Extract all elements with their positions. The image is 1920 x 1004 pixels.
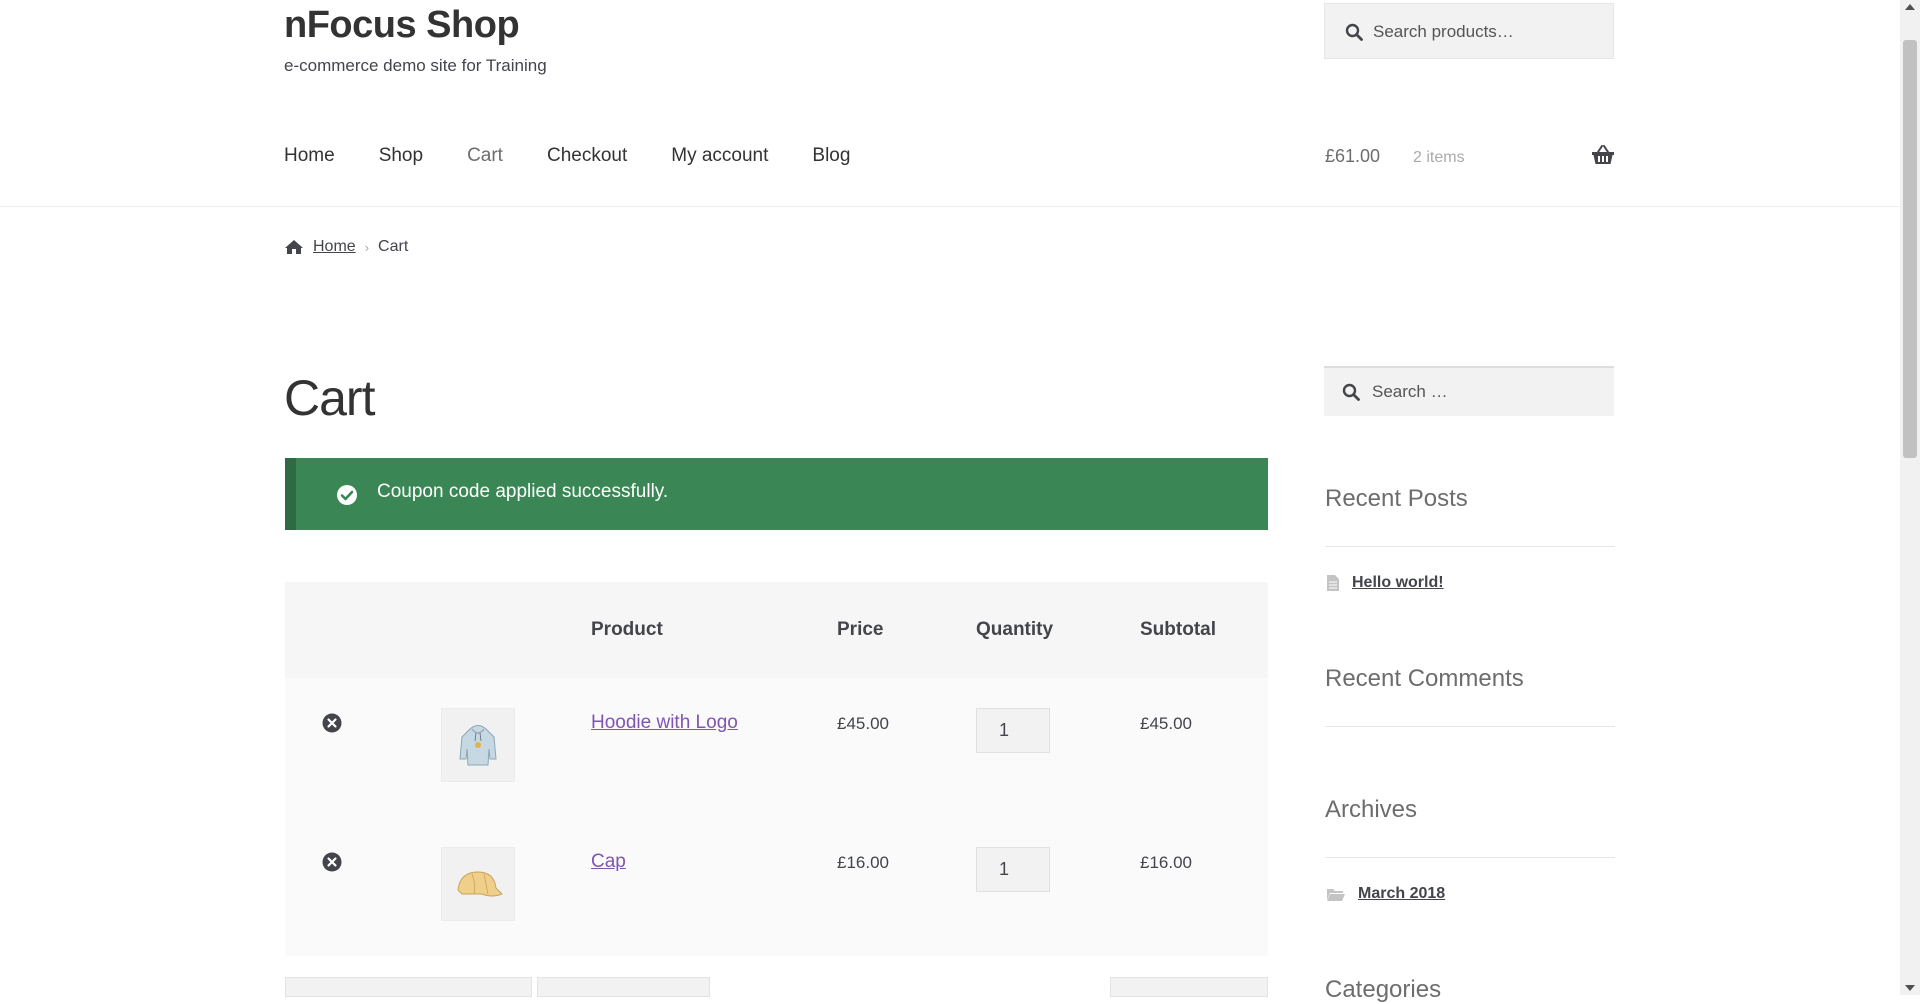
recent-post-link[interactable]: Hello world! xyxy=(1352,574,1444,592)
product-subtotal: £45.00 xyxy=(1140,714,1192,733)
basket-icon[interactable] xyxy=(1591,145,1615,165)
column-header-quantity: Quantity xyxy=(976,619,1054,640)
column-header-product: Product xyxy=(591,619,663,640)
mini-cart-count: 2 items xyxy=(1413,149,1465,166)
cart-row: Hoodie with Logo £45.00 £45.00 xyxy=(285,678,1268,817)
site-title[interactable]: nFocus Shop xyxy=(284,4,520,47)
widget-divider xyxy=(1325,726,1615,727)
folder-icon xyxy=(1327,889,1345,901)
cap-thumbnail[interactable] xyxy=(441,847,515,921)
widget-title-recent-comments: Recent Comments xyxy=(1325,665,1524,692)
widget-divider xyxy=(1325,857,1615,858)
product-link[interactable]: Hoodie with Logo xyxy=(591,712,738,734)
notice-message: Coupon code applied successfully. xyxy=(377,481,669,502)
hoodie-thumbnail[interactable] xyxy=(441,708,515,782)
update-cart-button[interactable] xyxy=(1110,977,1268,997)
nav-item-checkout[interactable]: Checkout xyxy=(547,145,627,171)
breadcrumb-home-link[interactable]: Home xyxy=(313,238,356,256)
breadcrumb: Home › Cart xyxy=(284,238,408,256)
search-icon[interactable] xyxy=(1342,383,1360,401)
breadcrumb-current: Cart xyxy=(378,238,409,255)
sidebar-search-input[interactable] xyxy=(1370,368,1604,416)
primary-navigation: Home Shop Cart Checkout My account Blog xyxy=(284,145,894,171)
product-link[interactable]: Cap xyxy=(591,851,626,873)
page-title: Cart xyxy=(284,370,375,426)
apply-coupon-button[interactable] xyxy=(537,977,710,997)
header-search-form xyxy=(1324,3,1614,60)
page-scrollbar[interactable] xyxy=(1900,0,1920,995)
nav-item-home[interactable]: Home xyxy=(284,145,335,171)
quantity-input[interactable] xyxy=(976,847,1050,892)
site-header: nFocus Shop e-commerce demo site for Tra… xyxy=(0,0,1900,207)
widget-title-recent-posts: Recent Posts xyxy=(1325,485,1468,512)
search-icon[interactable] xyxy=(1345,23,1363,41)
archive-item: March 2018 xyxy=(1327,885,1445,903)
column-header-price: Price xyxy=(837,619,884,640)
cart-table-header: Product Price Quantity Subtotal xyxy=(285,582,1268,678)
site-tagline: e-commerce demo site for Training xyxy=(284,56,547,75)
coupon-code-input[interactable] xyxy=(285,977,532,997)
sidebar-search-form xyxy=(1324,366,1614,416)
scroll-down-arrow-icon[interactable] xyxy=(1905,985,1915,991)
success-notice: Coupon code applied successfully. xyxy=(285,458,1268,530)
product-subtotal: £16.00 xyxy=(1140,853,1192,872)
recent-post-item: Hello world! xyxy=(1327,574,1444,592)
nav-item-my-account[interactable]: My account xyxy=(671,145,768,171)
product-price: £16.00 xyxy=(837,853,889,872)
scroll-up-arrow-icon[interactable] xyxy=(1905,4,1915,10)
remove-item-icon[interactable] xyxy=(322,713,342,733)
check-circle-icon xyxy=(337,485,357,505)
column-header-subtotal: Subtotal xyxy=(1140,619,1216,640)
product-price: £45.00 xyxy=(837,714,889,733)
chevron-right-icon: › xyxy=(364,239,370,255)
cart-table: Product Price Quantity Subtotal Hoodie w… xyxy=(285,582,1268,956)
quantity-input[interactable] xyxy=(976,708,1050,753)
mini-cart[interactable]: £61.00 2 items xyxy=(1325,145,1615,171)
nav-item-cart[interactable]: Cart xyxy=(467,145,503,171)
archive-link[interactable]: March 2018 xyxy=(1358,885,1445,903)
remove-item-icon[interactable] xyxy=(322,852,342,872)
nav-item-blog[interactable]: Blog xyxy=(812,145,850,171)
nav-item-shop[interactable]: Shop xyxy=(379,145,423,171)
home-icon xyxy=(285,240,303,254)
widget-divider xyxy=(1325,546,1615,547)
mini-cart-amount: £61.00 xyxy=(1325,146,1381,166)
widget-title-archives: Archives xyxy=(1325,796,1418,823)
document-icon xyxy=(1327,575,1339,591)
widget-title-categories: Categories xyxy=(1325,976,1442,1003)
cart-row: Cap £16.00 £16.00 xyxy=(285,817,1268,956)
scrollbar-thumb[interactable] xyxy=(1903,40,1917,458)
header-search-input[interactable] xyxy=(1371,4,1605,60)
